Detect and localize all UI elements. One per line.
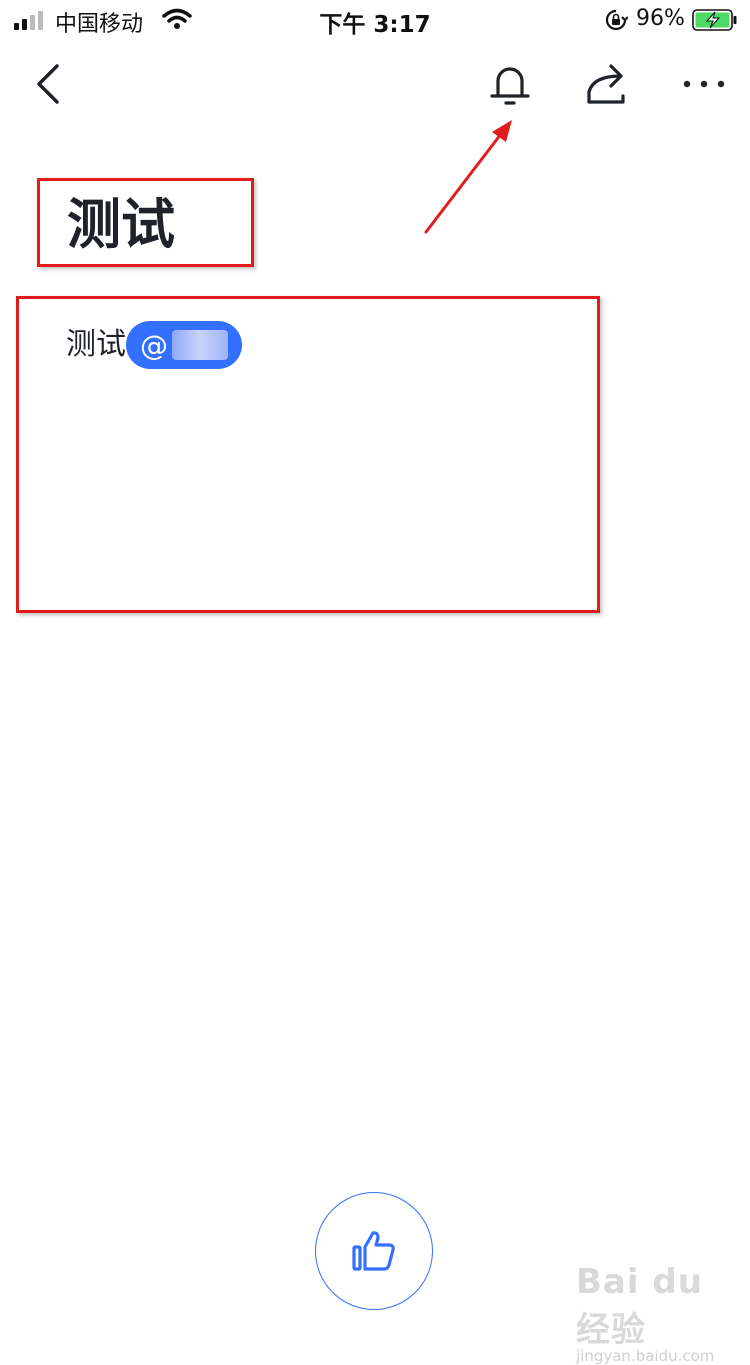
watermark-logo: Bai du 经验: [576, 1262, 703, 1350]
mention-name-blurred: [172, 330, 228, 360]
battery-percentage: 96%: [636, 6, 685, 31]
title-highlight-box: 测试: [37, 178, 254, 267]
bell-icon: [490, 67, 530, 105]
back-button[interactable]: [20, 56, 76, 112]
annotation-arrow-icon: [424, 120, 512, 234]
body-highlight-box: 测试 @: [16, 296, 600, 613]
watermark-url: jingyan.baidu.com: [576, 1347, 715, 1365]
watermark: Bai du 经验 jingyan.baidu.com: [576, 1262, 746, 1365]
document-title[interactable]: 测试: [67, 195, 175, 255]
share-icon: [587, 64, 625, 104]
rotation-lock-icon: [605, 9, 628, 31]
share-button[interactable]: [578, 56, 634, 112]
back-icon: [37, 64, 59, 104]
mention-chip[interactable]: @: [126, 321, 242, 369]
battery-charging-icon: [692, 9, 737, 31]
thumbs-up-icon: [352, 1231, 395, 1271]
mention-at-sign: @: [140, 328, 168, 362]
more-icon: [683, 80, 725, 88]
more-options-button[interactable]: [676, 56, 732, 112]
like-button[interactable]: [315, 1192, 433, 1310]
status-bar: 中国移动 下午 3:17 96%: [0, 0, 750, 40]
notification-bell-button[interactable]: [482, 56, 538, 112]
body-text: 测试: [66, 327, 126, 362]
document-body[interactable]: 测试 @: [66, 321, 242, 369]
